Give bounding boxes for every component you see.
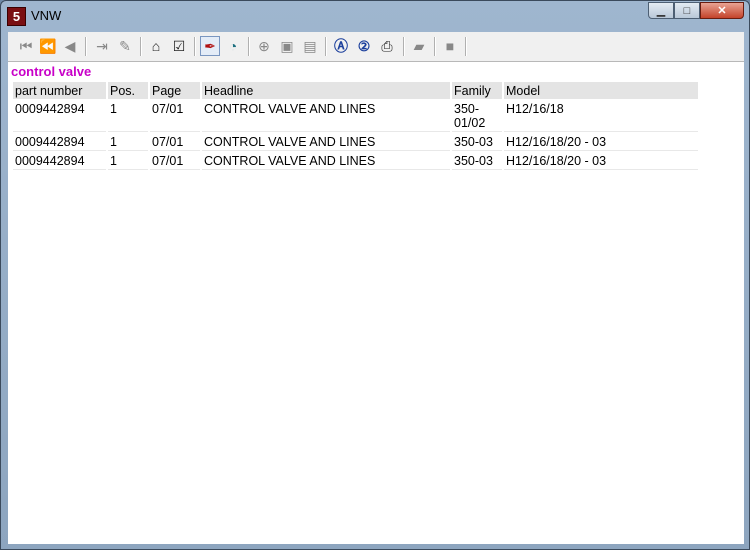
cart-button[interactable]: ⌂: [146, 36, 166, 56]
print-button[interactable]: ⎙: [377, 36, 397, 56]
column-header-model[interactable]: Model: [504, 82, 698, 99]
table-row[interactable]: 0009442894 1 07/01 CONTROL VALVE AND LIN…: [13, 101, 698, 132]
toolbar: ⏮ ⏪ ◀ ⇥ ✎ ⌂ ☑ ✒ ◔ ⊕ ▣ ▤ Ⓐ ② ⎙ ▰ ■: [8, 32, 744, 62]
family-line-1: 350-: [454, 102, 480, 116]
close-icon: ✕: [717, 5, 727, 17]
column-header-family[interactable]: Family: [452, 82, 502, 99]
zoom-icon: ⊕: [258, 37, 270, 54]
table-header-row: part number Pos. Page Headline Family Mo…: [13, 82, 698, 99]
toolbar-separator: [434, 37, 436, 56]
page-fit-icon: ▤: [303, 37, 317, 54]
close-button[interactable]: ✕: [700, 2, 744, 19]
model-cell: H12/16/18/20 - 03: [504, 153, 698, 170]
search-term-heading: control valve: [11, 64, 92, 79]
search-a-button[interactable]: Ⓐ: [331, 36, 351, 56]
previous-page-icon: ◀: [64, 37, 76, 54]
model-cell: H12/16/18: [504, 101, 698, 132]
title-bar[interactable]: 5 VNW ▁ □ ✕: [1, 1, 749, 29]
table-row[interactable]: 0009442894 1 07/01 CONTROL VALVE AND LIN…: [13, 153, 698, 170]
part-number-cell: 0009442894: [13, 101, 106, 132]
history-icon: ◔: [228, 38, 238, 54]
previous-chapter-button[interactable]: ⏪: [38, 36, 58, 56]
previous-chapter-icon: ⏪: [39, 37, 57, 54]
checklist-icon: ☑: [172, 37, 186, 54]
toolbar-separator: [465, 37, 467, 56]
stop-button[interactable]: ■: [440, 36, 460, 56]
table-row[interactable]: 0009442894 1 07/01 CONTROL VALVE AND LIN…: [13, 134, 698, 151]
column-header-headline[interactable]: Headline: [202, 82, 450, 99]
search-2-icon: ②: [357, 37, 371, 54]
exit-icon: ⇥: [96, 37, 108, 54]
family-cell: 350-03: [452, 153, 502, 170]
eraser-button[interactable]: ▰: [409, 36, 429, 56]
history-button[interactable]: ◔: [223, 36, 243, 56]
column-header-page[interactable]: Page: [150, 82, 200, 99]
toolbar-separator: [403, 37, 405, 56]
headline-link[interactable]: CONTROL VALVE AND LINES: [202, 101, 450, 132]
notes-button[interactable]: ✎: [115, 36, 135, 56]
search-a-icon: Ⓐ: [334, 38, 348, 54]
maximize-button[interactable]: □: [674, 2, 700, 19]
page-view-icon: ▣: [280, 37, 294, 54]
marker-icon: ✒: [204, 37, 216, 54]
family-cell: 350- 01/02: [452, 101, 502, 132]
minimize-icon: ▁: [656, 5, 666, 17]
toolbar-separator: [194, 37, 196, 56]
part-number-cell: 0009442894: [13, 153, 106, 170]
marker-button[interactable]: ✒: [200, 36, 220, 56]
page-view-button[interactable]: ▣: [277, 36, 297, 56]
pos-cell: 1: [108, 134, 148, 151]
page-cell: 07/01: [150, 101, 200, 132]
first-page-icon: ⏮: [19, 37, 33, 54]
page-cell: 07/01: [150, 134, 200, 151]
app-window: 5 VNW ▁ □ ✕ ⏮ ⏪ ◀ ⇥ ✎ ⌂ ☑ ✒ ◔ ⊕ ▣ ▤ Ⓐ ② …: [0, 0, 750, 550]
zoom-button[interactable]: ⊕: [254, 36, 274, 56]
toolbar-separator: [85, 37, 87, 56]
search-2-button[interactable]: ②: [354, 36, 374, 56]
exit-button[interactable]: ⇥: [92, 36, 112, 56]
pos-cell: 1: [108, 101, 148, 132]
headline-link[interactable]: CONTROL VALVE AND LINES: [202, 153, 450, 170]
family-line-2: 01/02: [454, 116, 486, 130]
app-logo-icon: 5: [7, 7, 26, 26]
eraser-icon: ▰: [413, 37, 425, 54]
model-cell: H12/16/18/20 - 03: [504, 134, 698, 151]
cart-icon: ⌂: [151, 38, 161, 54]
results-pane: control valve part number Pos. Page Head…: [8, 62, 744, 544]
page-fit-button[interactable]: ▤: [300, 36, 320, 56]
toolbar-separator: [140, 37, 142, 56]
previous-page-button[interactable]: ◀: [60, 36, 80, 56]
checklist-button[interactable]: ☑: [169, 36, 189, 56]
page-cell: 07/01: [150, 153, 200, 170]
notes-icon: ✎: [119, 37, 131, 54]
family-cell: 350-03: [452, 134, 502, 151]
window-title: VNW: [31, 8, 62, 23]
minimize-button[interactable]: ▁: [648, 2, 674, 19]
maximize-icon: □: [683, 4, 691, 17]
stop-icon: ■: [445, 38, 455, 54]
part-number-cell: 0009442894: [13, 134, 106, 151]
results-table: part number Pos. Page Headline Family Mo…: [11, 80, 700, 172]
first-page-button[interactable]: ⏮: [16, 36, 36, 56]
column-header-pos[interactable]: Pos.: [108, 82, 148, 99]
headline-link[interactable]: CONTROL VALVE AND LINES: [202, 134, 450, 151]
toolbar-separator: [248, 37, 250, 56]
pos-cell: 1: [108, 153, 148, 170]
window-controls: ▁ □ ✕: [648, 2, 744, 19]
column-header-part-number[interactable]: part number: [13, 82, 106, 99]
print-icon: ⎙: [381, 37, 393, 54]
toolbar-separator: [325, 37, 327, 56]
